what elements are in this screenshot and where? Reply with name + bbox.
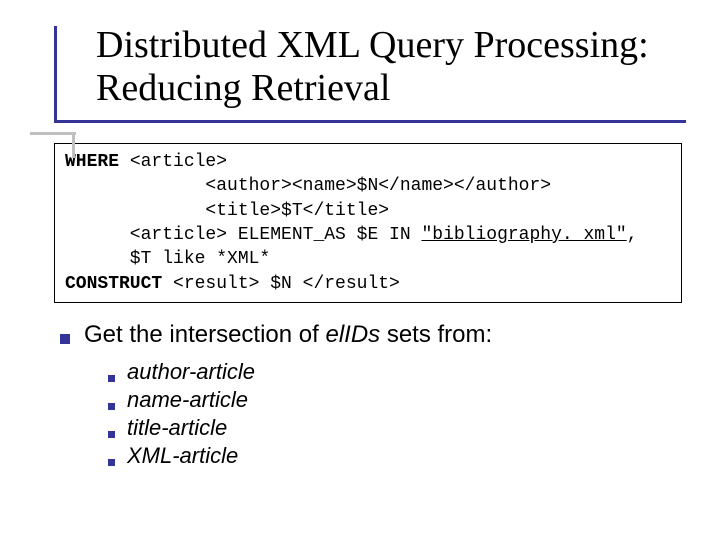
bullet-icon bbox=[108, 403, 115, 410]
code-l4c: , bbox=[627, 225, 638, 245]
bullet-icon bbox=[108, 459, 115, 466]
bullet-text-post: sets from: bbox=[380, 321, 492, 348]
bullet-text-em: elIDs bbox=[325, 321, 380, 348]
code-l5: $T like *XML* bbox=[65, 249, 270, 269]
code-l3: <title>$T</title> bbox=[65, 201, 389, 221]
sub-item: XML-article bbox=[108, 443, 720, 469]
sub-item-label: author-article bbox=[127, 359, 255, 385]
decor-corner-vertical bbox=[72, 132, 75, 158]
body: Get the intersection of elIDs sets from:… bbox=[60, 321, 720, 469]
bullet-text: Get the intersection of elIDs sets from: bbox=[84, 321, 492, 349]
slide-title: Distributed XML Query Processing: Reduci… bbox=[96, 24, 676, 113]
decor-vertical-line bbox=[54, 26, 57, 123]
bullet-level1: Get the intersection of elIDs sets from: bbox=[60, 321, 720, 349]
bullet-icon bbox=[60, 334, 70, 344]
code-box: WHERE <article> <author><name>$N</name><… bbox=[54, 143, 682, 303]
code-l6: <result> $N </result> bbox=[162, 274, 400, 294]
sub-item-label: XML-article bbox=[127, 443, 238, 469]
bullet-icon bbox=[108, 431, 115, 438]
decor-corner-horizontal bbox=[30, 132, 76, 135]
sub-item-label: title-article bbox=[127, 415, 227, 441]
code-l4-link: "bibliography. xml" bbox=[421, 225, 626, 245]
bullet-text-pre: Get the intersection of bbox=[84, 321, 325, 348]
code-l2: <author><name>$N</name></author> bbox=[65, 176, 551, 196]
kw-construct: CONSTRUCT bbox=[65, 274, 162, 294]
code-l1: <article> bbox=[119, 152, 227, 172]
sub-item: author-article bbox=[108, 359, 720, 385]
sub-item: name-article bbox=[108, 387, 720, 413]
sub-item: title-article bbox=[108, 415, 720, 441]
sub-list: author-article name-article title-articl… bbox=[108, 359, 720, 469]
code-l4a: <article> ELEMENT_AS $E IN bbox=[65, 225, 421, 245]
bullet-icon bbox=[108, 375, 115, 382]
sub-item-label: name-article bbox=[127, 387, 248, 413]
decor-title-underline bbox=[54, 120, 686, 123]
slide: Distributed XML Query Processing: Reduci… bbox=[0, 0, 720, 540]
